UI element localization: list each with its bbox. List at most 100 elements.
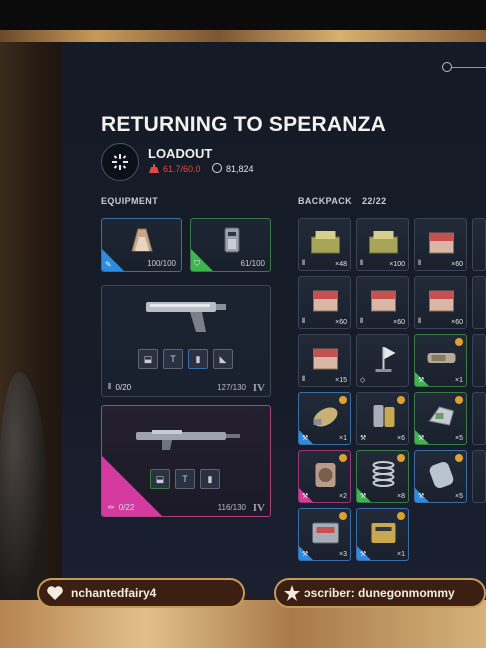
backpack-slot[interactable]: ⚒ ×1 [414,334,467,387]
item-type-icon: ◇ [360,377,366,384]
item-icon-shell-box [429,232,454,254]
coin-icon [212,163,222,173]
ammo-icon: ⦀ [108,382,112,391]
backpack-slot[interactable]: ⚒ ×1 [298,392,351,445]
item-icon-device [315,463,336,487]
item-icon-ammo-box [369,231,398,254]
backpack-label: BACKPACK [298,196,353,206]
equipment-label: EQUIPMENT [101,196,159,206]
item-quantity: ×60 [393,319,405,326]
marker-icon [397,512,405,520]
top-letterbox [0,0,486,30]
marker-icon [455,396,463,404]
shield-count: 61/100 [240,259,265,268]
weapon-durability-2: 116/130 [217,503,246,512]
faction-icon [112,154,128,170]
attachment-stock[interactable]: ◣ [213,349,233,369]
attachment-muzzle[interactable]: ⬓ [138,349,158,369]
backpack-slot[interactable]: ⚒ ×1 [356,508,409,561]
backpack-slot[interactable]: ◇ [356,334,409,387]
item-quantity: ×100 [389,261,405,268]
attachment-magazine-2[interactable]: ▮ [200,469,220,489]
chat-subscriber-pill: ɔscriber: dunegonmommy [274,578,486,608]
backpack-slot[interactable]: ⦀ ×60 [414,218,467,271]
backpack-slot[interactable]: ⦀ ×60 [356,276,409,329]
item-quantity: ×60 [451,261,463,268]
backpack-slot-partial[interactable] [472,218,486,271]
weapon-tier: IV [252,382,265,394]
item-type-icon: ⚒ [418,435,425,442]
item-quantity: ×1 [339,435,347,442]
backpack-slot[interactable]: ⚒ ×2 [298,450,351,503]
backpack-capacity: 22/22 [362,196,387,206]
marker-icon [339,454,347,462]
weapon-slot-secondary[interactable]: ⬓ T ▮ ✏ 0/22 116/130 IV [101,405,271,517]
item-icon-canister [373,405,395,427]
item-type-icon: ⦀ [302,376,306,383]
item-type-icon: ⚒ [418,377,425,384]
marker-icon [339,396,347,404]
pistol-icon [146,302,226,332]
backpack-slot[interactable]: ⚒ ×5 [414,450,467,503]
character-figure [0,42,70,602]
attachment-muzzle-2[interactable]: ⬓ [150,469,170,489]
backpack-slot-partial[interactable] [472,276,486,329]
backpack-slot[interactable]: ⦀ ×60 [298,276,351,329]
backpack-slot[interactable]: ⦀ ×100 [356,218,409,271]
attachment-underbarrel-2[interactable]: T [175,469,195,489]
backpack-slot[interactable]: ⚒ ×3 [298,508,351,561]
item-icon-part [428,406,455,426]
backpack-slot[interactable]: ⚒ ×6 [356,392,409,445]
backpack-slot[interactable]: ⦀ ×48 [298,218,351,271]
item-quantity: ×3 [339,551,347,558]
backpack-slot-partial[interactable] [472,392,486,445]
item-quantity: ×6 [397,435,405,442]
rifle-icon [136,430,240,450]
item-quantity: ×1 [397,551,405,558]
item-icon-shell-box [429,290,454,312]
backpack-slot[interactable]: ⦀ ×60 [414,276,467,329]
item-type-icon: ⦀ [302,260,306,267]
attachment-magazine[interactable]: ▮ [188,349,208,369]
item-icon-shell-box [371,290,396,312]
chat-follower-pill: nchantedfairy4 [37,578,245,608]
item-type-icon: ⦀ [418,260,422,267]
backpack-slot[interactable]: ⦀ ×15 [298,334,351,387]
marker-icon [397,454,405,462]
marker-icon [455,338,463,346]
backpack-slot[interactable]: ⚒ ×5 [414,392,467,445]
attachment-underbarrel[interactable]: T [163,349,183,369]
item-quantity: ×48 [335,261,347,268]
item-type-icon: ⦀ [360,318,364,325]
ammo-icon-2: ✏ [108,503,115,512]
item-icon-barrel [427,353,456,363]
follower-name: nchantedfairy4 [71,586,157,600]
item-type-icon: ⚒ [418,493,425,500]
weapon-ammo: ⦀ 0/20 [108,382,131,392]
item-type-icon: ⚒ [302,551,309,558]
item-quantity: ×15 [335,377,347,384]
augment-icon [131,228,153,252]
page-title: RETURNING TO SPERANZA [101,113,386,136]
star-icon [282,583,302,603]
ammo-count: 0/20 [115,382,132,392]
shield-slot[interactable]: ⛉ 61/100 [190,218,271,272]
weapon-durability: 127/130 [217,383,246,392]
item-type-icon: ⦀ [302,318,306,325]
weapon-slot-primary[interactable]: ⬓ T ▮ ◣ ⦀ 0/20 127/130 IV [101,285,271,397]
panel-slider-knob[interactable] [442,62,452,72]
item-icon-spring [372,461,395,487]
faction-badge [101,143,139,181]
backpack-slot[interactable]: ⚒ ×8 [356,450,409,503]
augment-slot[interactable]: ✎ 100/100 [101,218,182,272]
item-quantity: ×1 [455,377,463,384]
item-icon-case [312,522,339,544]
backpack-slot-partial[interactable] [472,334,486,387]
item-quantity: ×60 [335,319,347,326]
item-icon-grenade [313,407,338,427]
weapon-ammo-2: ✏ 0/22 [108,503,134,512]
loadout-label: LOADOUT [148,146,213,161]
item-quantity: ×5 [455,435,463,442]
item-icon-battery [371,523,396,543]
backpack-slot-partial[interactable] [472,450,486,503]
